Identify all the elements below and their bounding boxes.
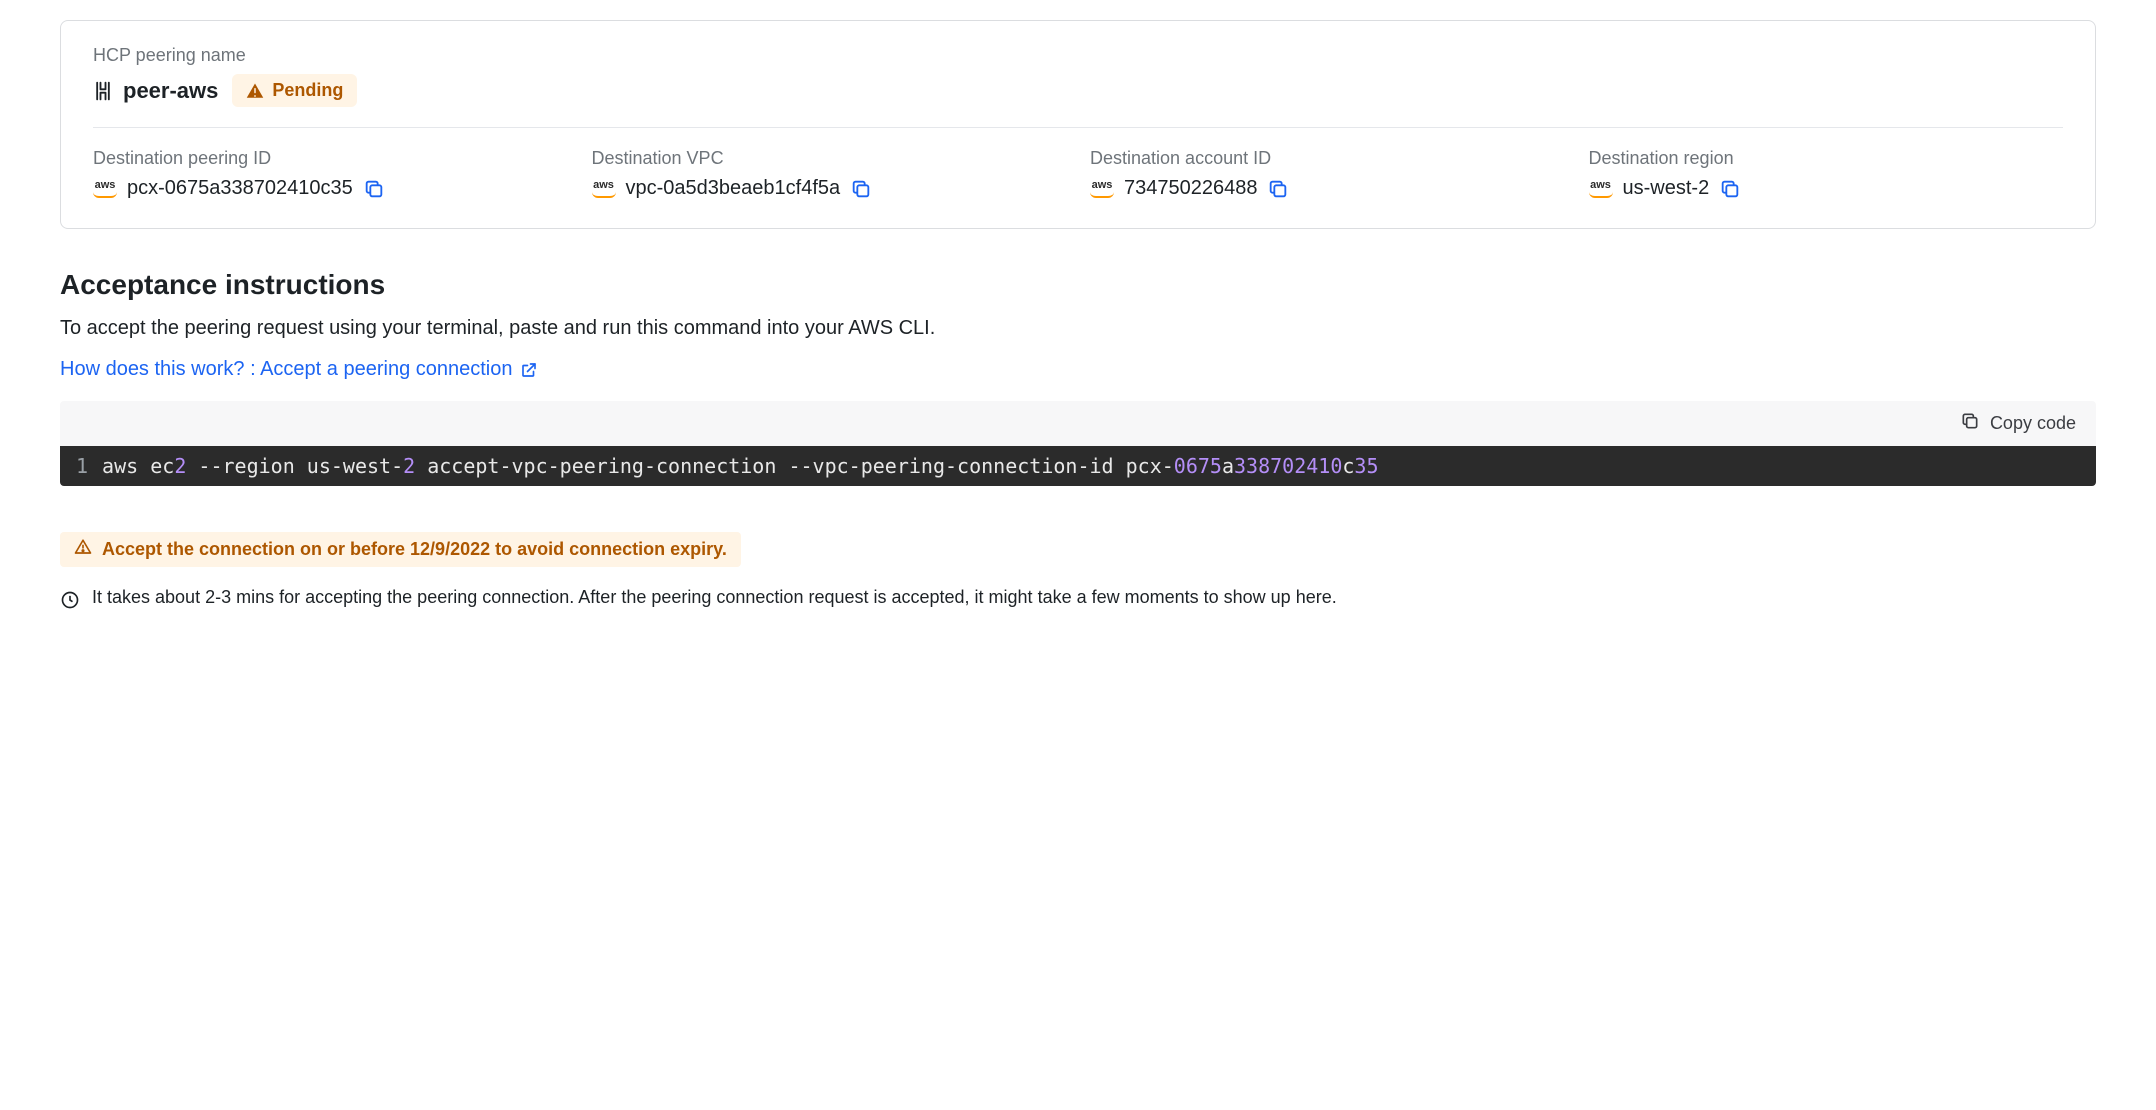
code-toolbar: Copy code	[60, 401, 2096, 446]
status-badge: Pending	[232, 74, 357, 107]
field-destination-vpc: Destination VPC aws vpc-0a5d3beaeb1cf4f5…	[592, 148, 1067, 200]
how-does-this-work-link[interactable]: How does this work? : Accept a peering c…	[60, 358, 538, 381]
external-link-icon	[520, 361, 538, 379]
copy-code-label: Copy code	[1990, 413, 2076, 434]
instructions-heading: Acceptance instructions	[60, 269, 2096, 301]
timing-info: It takes about 2-3 mins for accepting th…	[60, 587, 2096, 610]
aws-icon: aws	[93, 180, 117, 198]
hashicorp-icon	[93, 81, 113, 101]
field-value: us-west-2	[1623, 177, 1710, 200]
aws-icon: aws	[1589, 180, 1613, 198]
field-label: Destination region	[1589, 148, 2064, 169]
copy-icon[interactable]	[1267, 178, 1289, 200]
code-block: Copy code 1 aws ec2 --region us-west-2 a…	[60, 401, 2096, 486]
expiry-alert: Accept the connection on or before 12/9/…	[60, 532, 741, 567]
warning-icon	[74, 538, 92, 561]
copy-icon[interactable]	[363, 178, 385, 200]
peering-name-text: peer-aws	[123, 78, 218, 104]
field-value: 734750226488	[1124, 177, 1257, 200]
field-destination-account-id: Destination account ID aws 734750226488	[1090, 148, 1565, 200]
field-label: Destination account ID	[1090, 148, 1565, 169]
aws-icon: aws	[592, 180, 616, 198]
peering-card: HCP peering name peer-aws Pending Destin…	[60, 20, 2096, 229]
expiry-alert-text: Accept the connection on or before 12/9/…	[102, 539, 727, 560]
field-destination-peering-id: Destination peering ID aws pcx-0675a3387…	[93, 148, 568, 200]
warning-icon	[246, 82, 264, 100]
aws-icon: aws	[1090, 180, 1114, 198]
copy-code-button[interactable]: Copy code	[1960, 411, 2076, 436]
clipboard-icon	[1960, 411, 1980, 436]
peering-name: peer-aws	[93, 78, 218, 104]
peering-details-grid: Destination peering ID aws pcx-0675a3387…	[93, 148, 2063, 200]
code-line: aws ec2 --region us-west-2 accept-vpc-pe…	[102, 454, 1378, 478]
field-destination-region: Destination region aws us-west-2	[1589, 148, 2064, 200]
instructions-body: To accept the peering request using your…	[60, 317, 2096, 340]
peering-name-label: HCP peering name	[93, 45, 2063, 66]
line-number: 1	[76, 454, 88, 478]
copy-icon[interactable]	[850, 178, 872, 200]
clock-icon	[60, 587, 80, 610]
field-value: pcx-0675a338702410c35	[127, 177, 353, 200]
status-badge-text: Pending	[272, 80, 343, 101]
peering-name-row: peer-aws Pending	[93, 74, 2063, 128]
copy-icon[interactable]	[1719, 178, 1741, 200]
field-label: Destination VPC	[592, 148, 1067, 169]
timing-info-text: It takes about 2-3 mins for accepting th…	[92, 587, 1337, 608]
field-value: vpc-0a5d3beaeb1cf4f5a	[626, 177, 841, 200]
link-text: How does this work? : Accept a peering c…	[60, 358, 512, 381]
code-body[interactable]: 1 aws ec2 --region us-west-2 accept-vpc-…	[60, 446, 2096, 486]
field-label: Destination peering ID	[93, 148, 568, 169]
